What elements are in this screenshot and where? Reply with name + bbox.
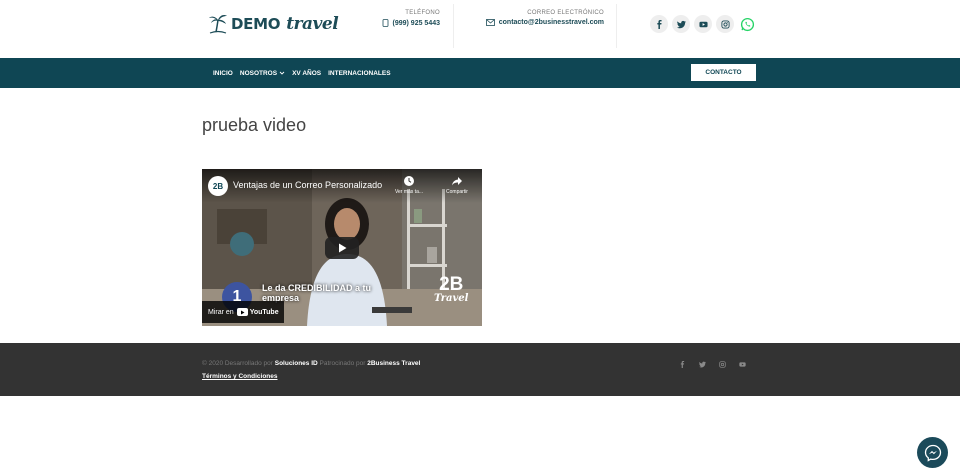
messenger-chat-button[interactable] xyxy=(917,437,948,468)
palm-tree-icon xyxy=(209,15,227,34)
phone-contact: TELÉFONO (999) 925 5443 xyxy=(372,10,440,27)
instagram-icon xyxy=(720,19,730,29)
twitter-icon xyxy=(698,361,706,367)
play-icon xyxy=(339,243,347,253)
nav-item-xv-anos[interactable]: XV AÑOS xyxy=(292,70,321,77)
sponsor-link[interactable]: 2Business Travel xyxy=(367,360,420,367)
chevron-down-icon xyxy=(279,71,285,75)
clock-icon xyxy=(404,176,414,186)
footer-twitter-link[interactable] xyxy=(698,360,706,368)
twitter-link[interactable] xyxy=(672,15,690,33)
sponsored-text: Patrocinado por xyxy=(319,360,366,367)
main-navigation: INICIO NOSOTROS XV AÑOS INTERNACIONALES xyxy=(0,58,960,88)
facebook-icon xyxy=(656,19,662,29)
facebook-icon xyxy=(680,360,684,368)
nav-item-inicio[interactable]: INICIO xyxy=(213,70,233,77)
facebook-link[interactable] xyxy=(650,15,668,33)
play-button[interactable] xyxy=(325,237,359,259)
video-brand-watermark: 2B Travel xyxy=(434,275,468,304)
email-value: contacto@2businesstravel.com xyxy=(498,19,604,26)
watch-on-label: Mirar en xyxy=(208,308,234,316)
messenger-icon xyxy=(924,444,941,462)
footer-social-links xyxy=(678,360,746,368)
page-title: prueba video xyxy=(202,115,307,135)
instagram-link[interactable] xyxy=(716,15,734,33)
nav-menu: INICIO NOSOTROS XV AÑOS INTERNACIONALES xyxy=(213,58,391,88)
header-divider xyxy=(616,4,617,48)
share-icon xyxy=(452,177,462,186)
phone-label: TELÉFONO xyxy=(405,10,440,16)
email-label: CORREO ELECTRÓNICO xyxy=(527,10,604,16)
footer-instagram-link[interactable] xyxy=(718,360,726,368)
brand-watermark-small: Travel xyxy=(434,293,469,304)
terms-link[interactable]: Términos y Condiciones xyxy=(202,373,278,380)
footer-facebook-link[interactable] xyxy=(678,360,686,368)
footer-credits: © 2020 Desarrollado por Soluciones ID Pa… xyxy=(202,360,420,367)
logo-travel-text: travel xyxy=(286,14,339,34)
channel-avatar[interactable]: 2B xyxy=(208,176,228,196)
share-label: Compartir xyxy=(446,189,468,195)
nav-item-nosotros[interactable]: NOSOTROS xyxy=(240,70,285,77)
phone-value-row[interactable]: (999) 925 5443 xyxy=(372,19,440,27)
share-button[interactable]: Compartir xyxy=(442,175,472,195)
brand-watermark-big: 2B xyxy=(439,274,464,295)
twitter-icon xyxy=(676,20,686,28)
nav-item-label: INTERNACIONALES xyxy=(328,69,391,77)
nav-item-label: INICIO xyxy=(213,69,233,77)
video-overlay-text: Le da CREDIBILIDAD a tu empresa xyxy=(262,283,372,303)
email-contact: CORREO ELECTRÓNICO contacto@2businesstra… xyxy=(478,10,604,26)
phone-value: (999) 925 5443 xyxy=(392,19,440,27)
whatsapp-link[interactable] xyxy=(738,15,756,33)
youtube-wordmark: YouTube xyxy=(249,308,279,316)
youtube-link[interactable] xyxy=(694,15,712,33)
video-title[interactable]: Ventajas de un Correo Personalizado xyxy=(233,180,382,190)
instagram-icon xyxy=(718,360,726,368)
youtube-logo: YouTube xyxy=(236,308,279,316)
mobile-phone-icon xyxy=(382,19,388,27)
whatsapp-icon xyxy=(740,17,754,31)
contacto-button[interactable]: CONTACTO xyxy=(691,64,756,81)
nav-item-label: XV AÑOS xyxy=(292,69,322,77)
envelope-icon xyxy=(485,19,495,26)
nav-item-label: NOSOTROS xyxy=(239,69,278,77)
logo-demo-text: DEMO xyxy=(231,15,281,33)
youtube-icon xyxy=(698,21,708,27)
watch-on-youtube-button[interactable]: Mirar en YouTube xyxy=(202,301,284,323)
watch-later-label: Ver más ta... xyxy=(394,189,424,195)
site-footer: © 2020 Desarrollado por Soluciones ID Pa… xyxy=(0,343,960,396)
header-divider xyxy=(453,4,454,48)
email-value-row[interactable]: contacto@2businesstravel.com xyxy=(478,19,604,26)
watch-later-button[interactable]: Ver más ta... xyxy=(394,175,424,195)
youtube-icon xyxy=(738,361,746,367)
youtube-video-embed[interactable]: 2B Ventajas de un Correo Personalizado V… xyxy=(202,169,482,326)
site-header: DEMO travel TELÉFONO (999) 925 5443 CORR… xyxy=(0,0,960,58)
footer-youtube-link[interactable] xyxy=(738,360,746,368)
developer-link[interactable]: Soluciones ID xyxy=(275,360,318,367)
youtube-play-icon xyxy=(236,308,248,316)
copyright-text: © 2020 Desarrollado por xyxy=(202,360,273,367)
nav-item-internacionales[interactable]: INTERNACIONALES xyxy=(328,70,390,77)
site-logo[interactable]: DEMO travel xyxy=(208,12,339,36)
header-social-links xyxy=(650,15,756,33)
